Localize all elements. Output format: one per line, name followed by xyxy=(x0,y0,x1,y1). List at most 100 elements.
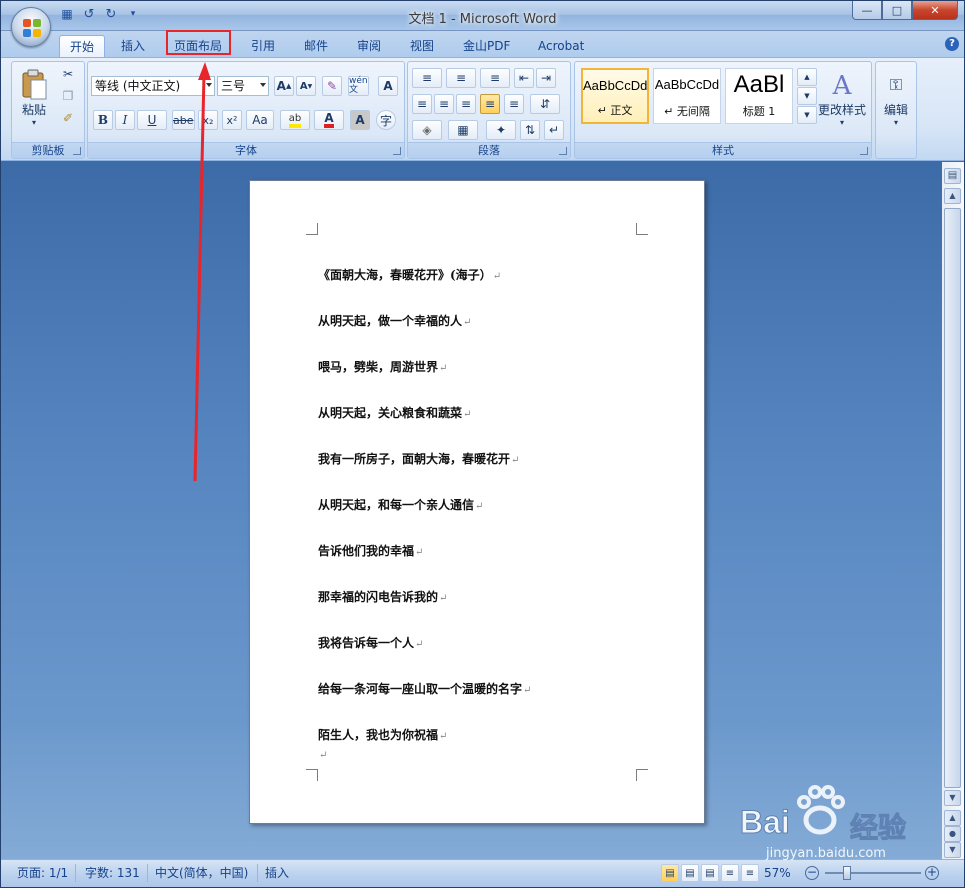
full-screen-reading-icon[interactable]: ▤ xyxy=(681,864,699,882)
line-text: 我有一所房子，面朝大海，春暖花开 xyxy=(318,452,511,466)
format-painter-icon[interactable]: ✐ xyxy=(58,108,78,128)
tab-view[interactable]: 视图 xyxy=(400,35,444,58)
bullets-icon[interactable]: ≡ xyxy=(412,68,442,88)
style-name: 标题 1 xyxy=(742,105,776,118)
document-line[interactable]: 《面朝大海，春暖花开》(海子）↵ xyxy=(318,266,501,283)
align-center-icon[interactable]: ≡ xyxy=(434,94,454,114)
language-indicator[interactable]: 中文(简体，中国) xyxy=(155,865,248,881)
print-layout-icon[interactable]: ▤ xyxy=(661,864,679,882)
change-case-button[interactable]: Aa xyxy=(246,110,274,130)
web-layout-icon[interactable]: ▤ xyxy=(701,864,719,882)
styles-scroll-down-icon[interactable]: ▼ xyxy=(797,87,817,105)
clipboard-launcher-icon[interactable] xyxy=(73,147,81,155)
underline-button[interactable]: U xyxy=(137,110,167,130)
align-right-icon[interactable]: ≡ xyxy=(456,94,476,114)
document-line[interactable]: 给每一条河每一座山取一个温暖的名字↵ xyxy=(318,680,531,697)
baidu-watermark: Bai 经验 jingyan.baidu.com xyxy=(718,780,958,870)
shading-icon[interactable]: ◈ xyxy=(412,120,442,140)
styles-scroll-up-icon[interactable]: ▲ xyxy=(797,68,817,86)
decrease-indent-icon[interactable]: ⇤ xyxy=(514,68,534,88)
tab-mailings[interactable]: 邮件 xyxy=(294,35,338,58)
document-line[interactable]: 从明天起，和每一个亲人通信↵ xyxy=(318,496,483,513)
insert-mode[interactable]: 插入 xyxy=(265,865,289,881)
align-left-icon[interactable]: ≡ xyxy=(412,94,432,114)
help-icon[interactable]: ? xyxy=(945,37,959,51)
line-spacing-icon[interactable]: ⇵ xyxy=(530,94,560,114)
copy-icon[interactable]: ❐ xyxy=(58,86,78,106)
jingyan-wordmark: 经验 xyxy=(849,811,907,845)
italic-button[interactable]: I xyxy=(115,110,135,130)
paste-button[interactable]: 粘贴 ▾ xyxy=(16,64,52,132)
increase-indent-icon[interactable]: ⇥ xyxy=(536,68,556,88)
document-line[interactable]: 那幸福的闪电告诉我的↵ xyxy=(318,588,447,605)
show-marks-icon[interactable]: ↵ xyxy=(544,120,564,140)
tab-home[interactable]: 开始 xyxy=(59,35,106,58)
document-line[interactable]: 我有一所房子，面朝大海，春暖花开↵ xyxy=(318,450,519,467)
close-button[interactable]: ✕ xyxy=(912,1,958,20)
document-line[interactable]: 从明天起，关心粮食和蔬菜↵ xyxy=(318,404,471,421)
tab-review[interactable]: 审阅 xyxy=(347,35,391,58)
highlight-color-button[interactable]: ab xyxy=(280,110,310,130)
multilevel-list-icon[interactable]: ≡ xyxy=(480,68,510,88)
style-no-spacing[interactable]: AaBbCcDd ↵ 无间隔 xyxy=(653,68,721,124)
minimize-button[interactable]: — xyxy=(852,1,882,20)
chinese-layout-icon[interactable]: ✦ xyxy=(486,120,516,140)
word-count[interactable]: 字数: 131 xyxy=(85,865,140,881)
change-styles-button[interactable]: A 更改样式 ▾ xyxy=(815,64,869,134)
borders-icon[interactable]: ▦ xyxy=(448,120,478,140)
paragraph-launcher-icon[interactable] xyxy=(559,147,567,155)
phonetic-guide-icon[interactable]: wén 文 xyxy=(348,76,369,96)
document-line[interactable]: 告诉他们我的幸福↵ xyxy=(318,542,423,559)
paragraph-mark: ↵ xyxy=(439,363,448,374)
paragraph-mark: ↵ xyxy=(415,639,424,650)
shrink-font-button[interactable]: A ▼ xyxy=(296,76,316,96)
styles-more-icon[interactable]: ▼ xyxy=(797,106,817,124)
distributed-icon[interactable]: ≡ xyxy=(504,94,524,114)
tab-kingsoft-pdf[interactable]: 金山PDF xyxy=(453,35,520,58)
cut-icon[interactable]: ✂ xyxy=(58,64,78,84)
office-button[interactable] xyxy=(11,7,51,47)
page-indicator[interactable]: 页面: 1/1 xyxy=(17,865,68,881)
font-color-button[interactable]: A xyxy=(314,110,344,130)
numbering-icon[interactable]: ≡ xyxy=(446,68,476,88)
tab-acrobat[interactable]: Acrobat xyxy=(528,35,594,58)
paste-icon xyxy=(22,69,47,100)
bold-button[interactable]: B xyxy=(93,110,113,130)
font-size-combo[interactable]: 三号 xyxy=(217,76,269,96)
zoom-slider[interactable] xyxy=(825,866,921,880)
empty-paragraph[interactable]: ↵ xyxy=(318,747,327,761)
enclose-char-icon[interactable]: 字 xyxy=(376,110,396,130)
scroll-thumb[interactable] xyxy=(944,208,961,788)
maximize-button[interactable]: □ xyxy=(882,1,912,20)
editing-button[interactable]: ⚿ 编辑 ▾ xyxy=(878,66,914,136)
char-shading-button[interactable]: A xyxy=(350,110,370,130)
paragraph-mark: ↵ xyxy=(523,685,532,696)
document-line[interactable]: 从明天起，做一个幸福的人↵ xyxy=(318,312,471,329)
line-text: 给每一条河每一座山取一个温暖的名字 xyxy=(318,682,523,696)
justify-icon[interactable]: ≡ xyxy=(480,94,500,114)
font-launcher-icon[interactable] xyxy=(393,147,401,155)
style-heading-1[interactable]: AaBl 标题 1 xyxy=(725,68,793,124)
char-border-button[interactable]: A xyxy=(378,76,398,96)
tab-references[interactable]: 引用 xyxy=(241,35,285,58)
crop-mark xyxy=(636,769,648,781)
paragraph-mark: ↵ xyxy=(511,455,520,466)
scroll-up-icon[interactable]: ▲ xyxy=(944,188,961,204)
font-name-combo[interactable]: 等线 (中文正文) xyxy=(91,76,215,96)
style-normal[interactable]: AaBbCcDd ↵ 正文 xyxy=(581,68,649,124)
styles-launcher-icon[interactable] xyxy=(860,147,868,155)
document-line[interactable]: 陌生人，我也为你祝福↵ xyxy=(318,726,447,743)
document-line[interactable]: 我将告诉每一个人↵ xyxy=(318,634,423,651)
style-preview: AaBbCcDd xyxy=(654,77,720,92)
ruler-toggle-icon[interactable]: ▤ xyxy=(944,168,961,184)
document-line[interactable]: 喂马，劈柴，周游世界↵ xyxy=(318,358,447,375)
tab-insert[interactable]: 插入 xyxy=(111,35,155,58)
superscript-button[interactable]: x² xyxy=(222,110,242,130)
grow-font-button[interactable]: A ▲ xyxy=(274,76,294,96)
clear-format-icon[interactable]: ✎ xyxy=(322,76,342,96)
document-page[interactable]: 《面朝大海，春暖花开》(海子）↵ 从明天起，做一个幸福的人↵ 喂马，劈柴，周游世… xyxy=(249,180,705,824)
subscript-button[interactable]: x₂ xyxy=(198,110,218,130)
vertical-scrollbar[interactable]: ▤ ▲ ▼ ▲ ● ▼ xyxy=(942,162,964,859)
strikethrough-button[interactable]: abe xyxy=(172,110,195,130)
sort-icon[interactable]: ⇅ xyxy=(520,120,540,140)
